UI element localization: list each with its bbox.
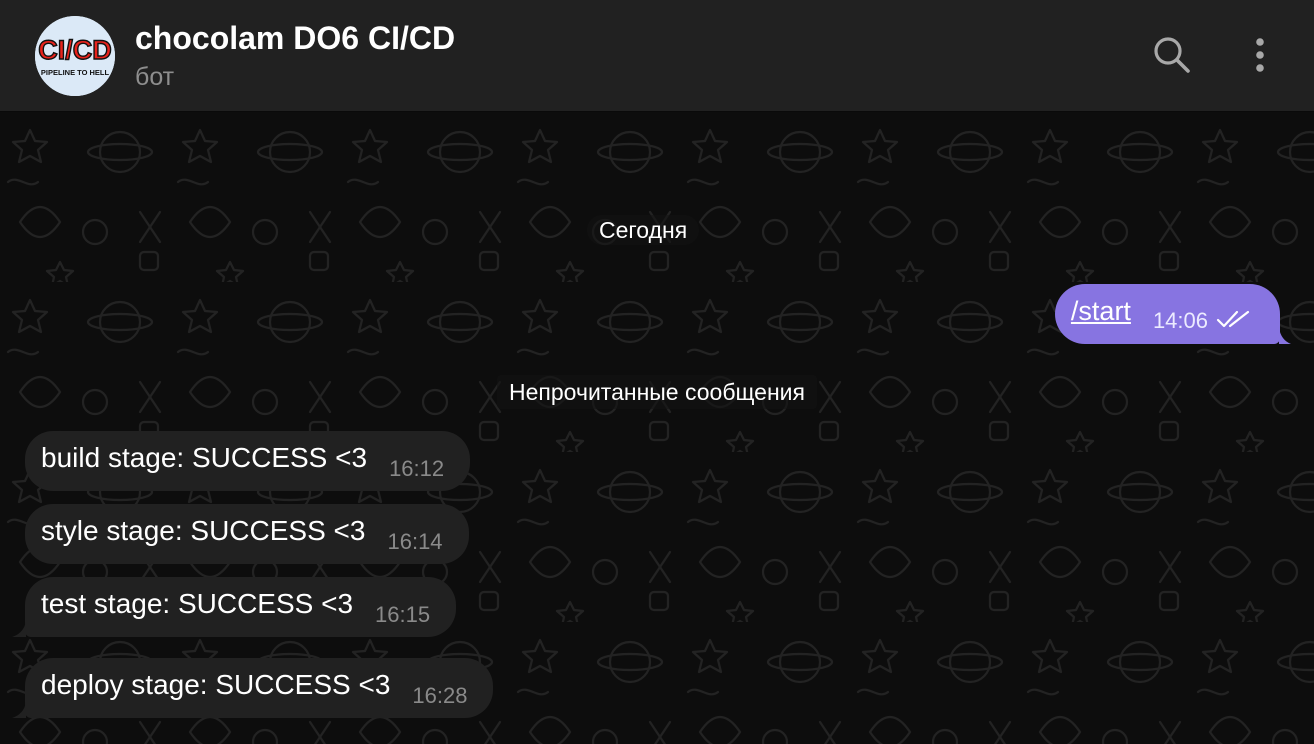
message-text: test stage: SUCCESS <3 <box>41 588 354 619</box>
chat-subtitle: бот <box>135 63 175 91</box>
search-icon <box>1154 37 1190 73</box>
unread-divider: Непрочитанные сообщения <box>0 374 1314 410</box>
more-vertical-icon <box>1256 38 1264 72</box>
message-text: build stage: SUCCESS <3 <box>41 442 368 473</box>
avatar-logo-caption: PIPELINE TO HELL <box>41 68 110 77</box>
message-text: style stage: SUCCESS <3 <box>41 515 366 546</box>
incoming-message[interactable]: style stage: SUCCESS <3 16:14 <box>25 504 469 564</box>
incoming-message[interactable]: build stage: SUCCESS <3 16:12 <box>25 431 471 491</box>
outgoing-message[interactable]: /start 14:06 <box>1054 284 1291 344</box>
incoming-message[interactable]: test stage: SUCCESS <3 16:15 <box>12 577 457 637</box>
bubble-tail <box>1279 328 1291 344</box>
command-link[interactable]: /start <box>1071 296 1131 327</box>
chat-title[interactable]: chocolam DO6 CI/CD <box>135 20 455 57</box>
more-options-button[interactable] <box>1235 30 1285 80</box>
chat-header: CI/CD PIPELINE TO HELL chocolam DO6 CI/C… <box>0 0 1314 112</box>
bubble-tail <box>12 621 26 637</box>
chat-avatar[interactable]: CI/CD PIPELINE TO HELL <box>35 16 115 96</box>
message-list[interactable]: Сегодня /start 14:06 Непрочитанные сообщ… <box>0 112 1314 744</box>
incoming-message[interactable]: deploy stage: SUCCESS <3 16:28 <box>12 658 494 718</box>
bubble-tail <box>12 702 26 718</box>
date-separator: Сегодня <box>587 215 700 245</box>
message-time: 16:15 <box>375 602 431 627</box>
message-time: 16:28 <box>412 683 468 708</box>
message-time: 16:12 <box>389 456 445 481</box>
message-time: 16:14 <box>387 529 443 554</box>
message-text: deploy stage: SUCCESS <3 <box>41 669 391 700</box>
search-button[interactable] <box>1147 30 1197 80</box>
double-check-icon <box>1216 309 1252 334</box>
avatar-logo-title: CI/CD <box>38 35 112 65</box>
chat-background-pattern <box>0 112 1314 744</box>
unread-label: Непрочитанные сообщения <box>497 375 817 409</box>
message-time: 14:06 <box>1152 308 1208 333</box>
cicd-logo: CI/CD PIPELINE TO HELL <box>35 16 115 96</box>
